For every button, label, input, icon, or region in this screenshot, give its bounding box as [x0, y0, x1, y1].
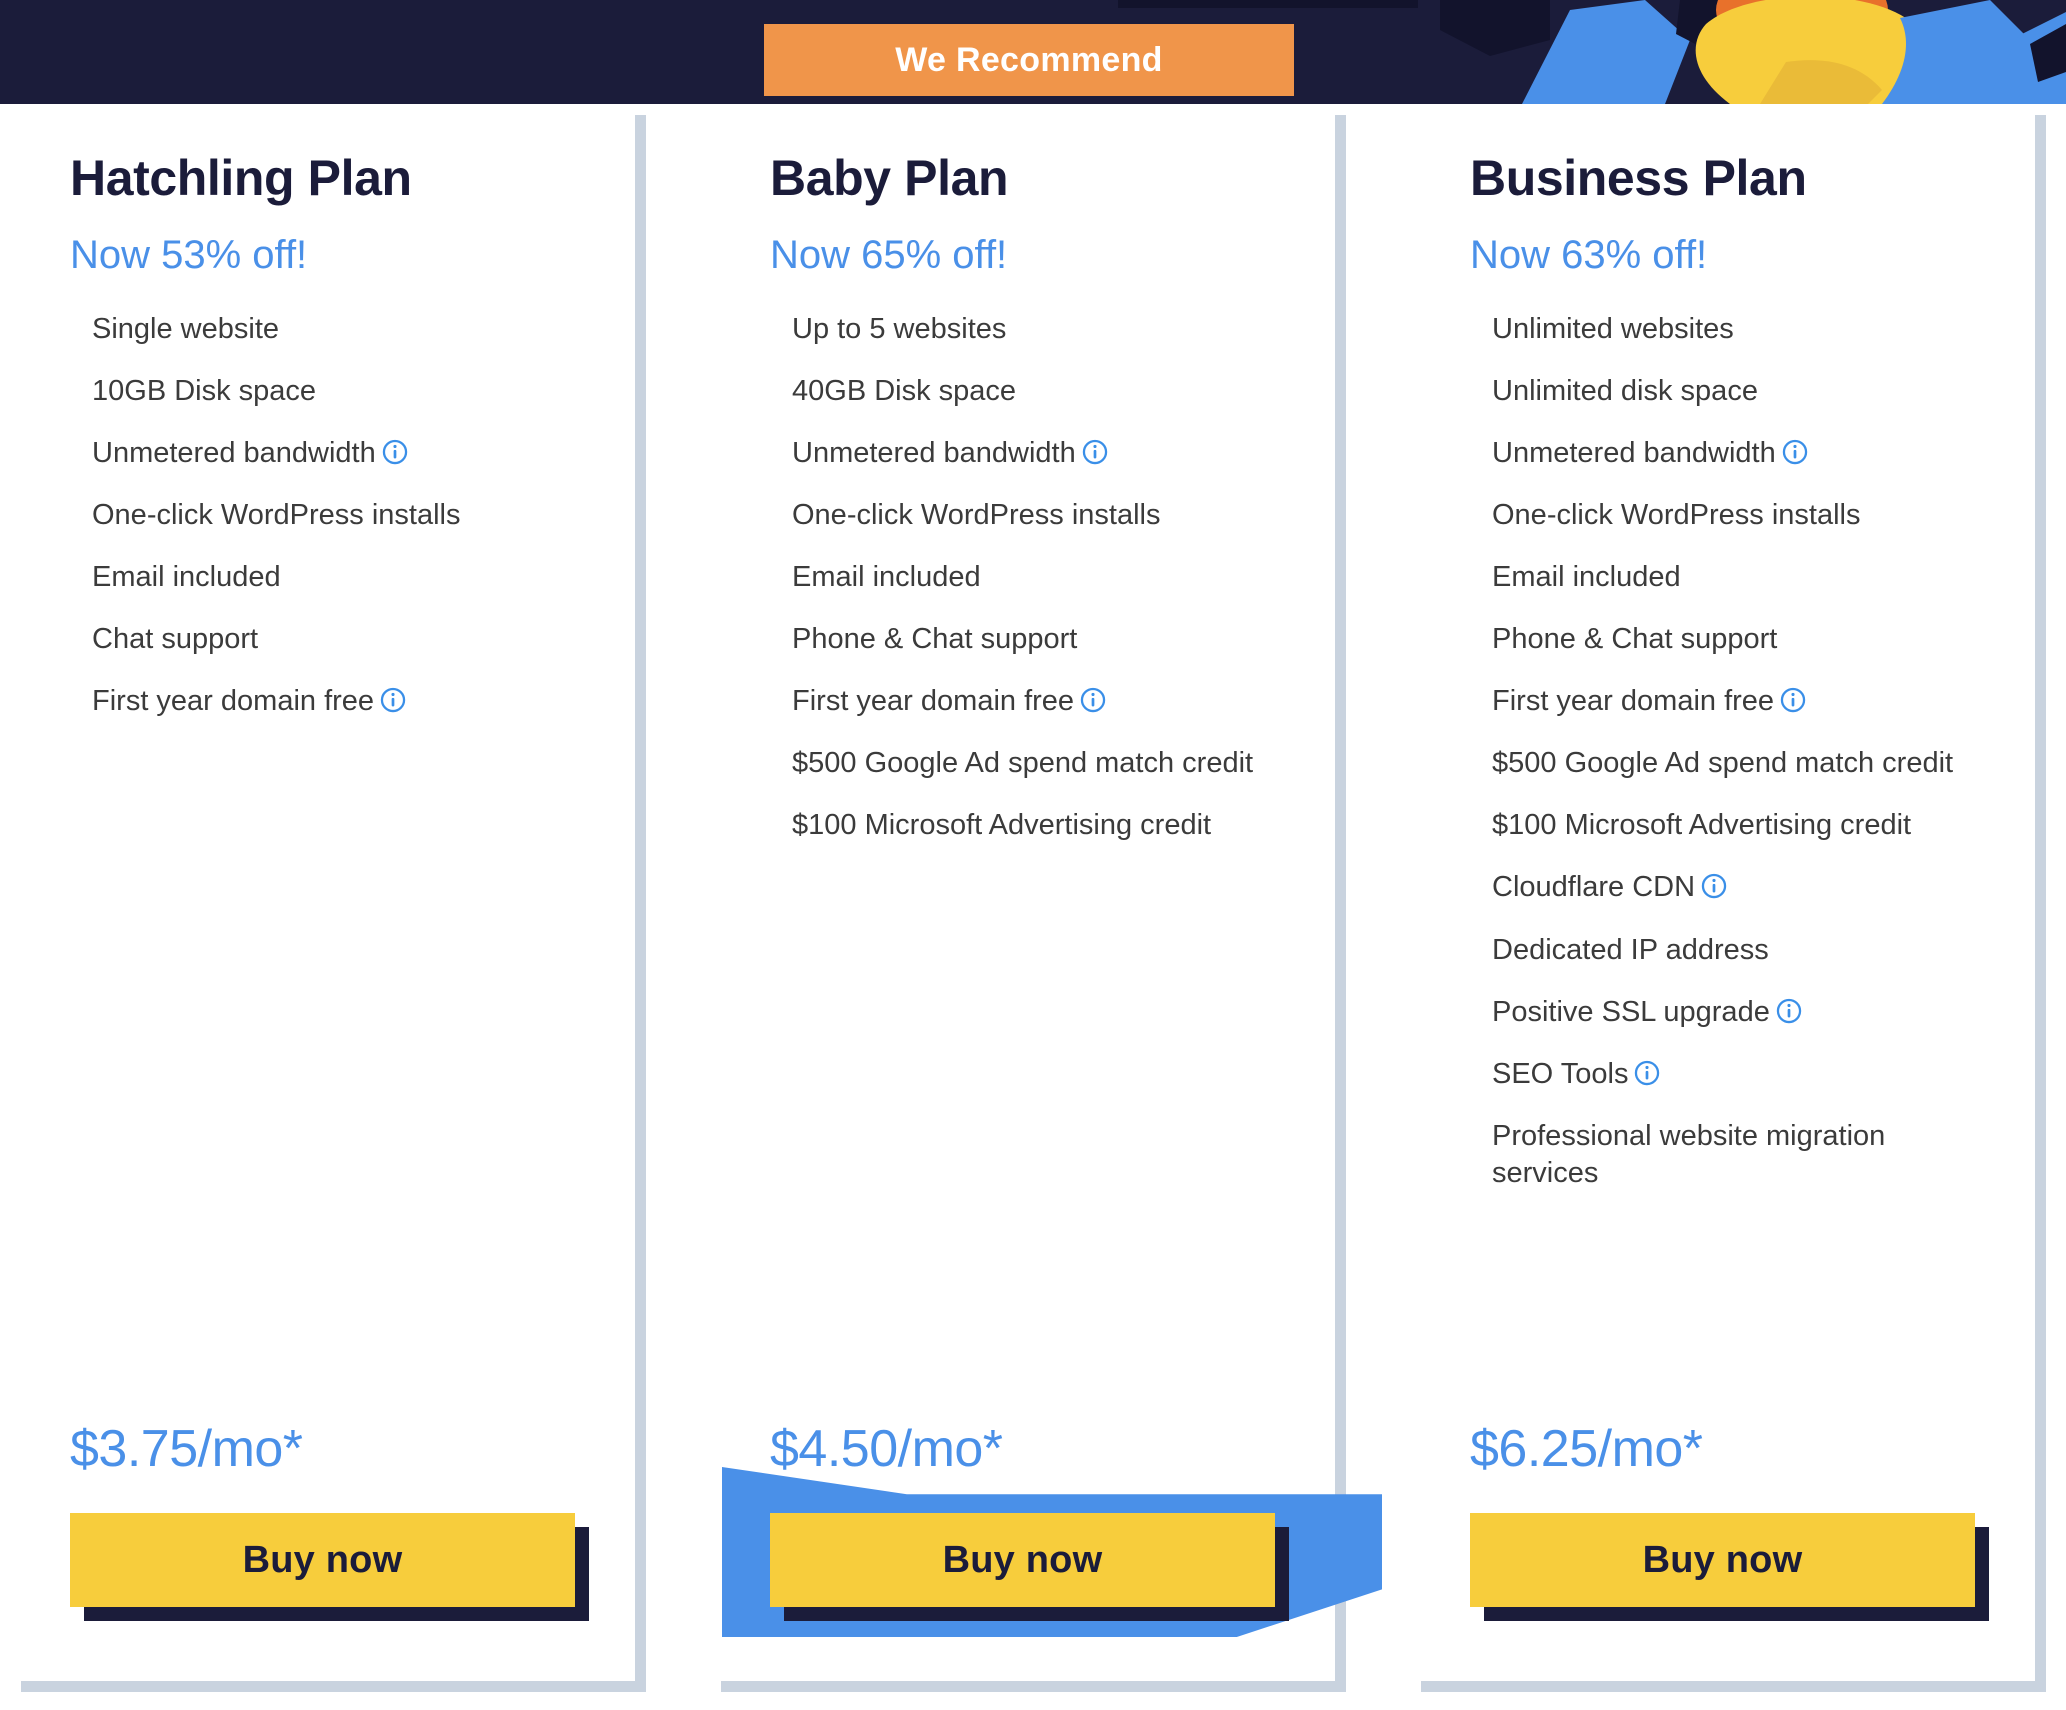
feature-label: Single website [92, 312, 279, 345]
plan-discount: Now 65% off! [770, 232, 1008, 277]
feature-label: One-click WordPress installs [1492, 498, 1861, 531]
plan-discount: Now 53% off! [70, 232, 308, 277]
info-icon[interactable] [1776, 998, 1802, 1024]
recommend-ribbon: We Recommend [764, 24, 1294, 96]
feature-label: One-click WordPress installs [792, 498, 1161, 531]
feature-label: One-click WordPress installs [92, 498, 461, 531]
feature-label: Professional website migration services [1492, 1119, 1886, 1190]
feature-item: 40GB Disk space [792, 373, 1262, 410]
feature-label: Dedicated IP address [1492, 933, 1769, 966]
feature-item: $100 Microsoft Advertising credit [792, 807, 1262, 844]
feature-label: Chat support [92, 623, 259, 656]
feature-item: Positive SSL upgrade [1492, 994, 1962, 1031]
feature-label: Unmetered bandwidth [792, 436, 1076, 469]
info-icon[interactable] [1782, 439, 1808, 465]
plan-discount: Now 63% off! [1470, 232, 1708, 277]
plans-container: Hatchling Plan Now 53% off! Single website… [0, 0, 2066, 1710]
plan-card-hatchling: Hatchling Plan Now 53% off! Single website… [10, 104, 646, 1697]
feature-item: One-click WordPress installs [92, 497, 562, 534]
feature-label: Up to 5 websites [792, 312, 1007, 345]
info-icon[interactable] [1082, 439, 1108, 465]
feature-label: SEO Tools [1492, 1057, 1629, 1090]
plan-price: $4.50/mo* [770, 1420, 1003, 1478]
feature-item: Email included [792, 559, 1262, 596]
feature-item: First year domain free [92, 683, 562, 720]
feature-item: Email included [92, 559, 562, 596]
buy-now-button[interactable]: Buy now [1470, 1513, 1975, 1607]
feature-label: $500 Google Ad spend match credit [792, 747, 1254, 780]
feature-item: Unmetered bandwidth [792, 435, 1262, 472]
plan-card-baby: Baby Plan Now 65% off! Up to 5 websites 40G… [710, 104, 1382, 1697]
card-body: Baby Plan Now 65% off! Up to 5 websites 40G… [710, 104, 1382, 1681]
feature-label: Unmetered bandwidth [1492, 436, 1776, 469]
plan-card-business: Business Plan Now 63% off! Unlimited websi… [1410, 104, 2046, 1697]
feature-label: $100 Microsoft Advertising credit [792, 809, 1212, 842]
feature-item: Unlimited websites [1492, 311, 1962, 348]
feature-label: $500 Google Ad spend match credit [1492, 747, 1954, 780]
feature-label: Unmetered bandwidth [92, 436, 376, 469]
feature-item: First year domain free [792, 683, 1262, 720]
feature-item: Email included [1492, 559, 1962, 596]
info-icon[interactable] [1701, 873, 1727, 899]
feature-label: First year domain free [1492, 685, 1775, 718]
feature-item: Unlimited disk space [1492, 373, 1962, 410]
plan-title: Hatchling Plan [70, 150, 412, 206]
feature-label: Email included [92, 560, 281, 593]
feature-item: $500 Google Ad spend match credit [792, 745, 1262, 782]
info-icon[interactable] [1634, 1060, 1660, 1086]
feature-label: $100 Microsoft Advertising credit [1492, 809, 1912, 842]
feature-item: One-click WordPress installs [792, 497, 1262, 534]
feature-label: Email included [792, 560, 981, 593]
info-icon[interactable] [380, 687, 406, 713]
feature-item: Unmetered bandwidth [92, 435, 562, 472]
card-body: Hatchling Plan Now 53% off! Single website… [10, 104, 635, 1681]
card-footer: $3.75/mo* Buy now [70, 1420, 589, 1621]
pricing-page: Hatchling Plan Now 53% off! Single website… [0, 0, 2066, 1710]
feature-label: 10GB Disk space [92, 374, 317, 407]
feature-item: Phone & Chat support [792, 621, 1262, 658]
feature-item: $100 Microsoft Advertising credit [1492, 807, 1962, 844]
feature-list: Single website 10GB Disk space Unmetered b… [70, 311, 575, 721]
feature-item: Dedicated IP address [1492, 932, 1962, 969]
feature-item: Chat support [92, 621, 562, 658]
feature-label: Positive SSL upgrade [1492, 995, 1770, 1028]
feature-label: Phone & Chat support [792, 623, 1078, 656]
feature-label: Unlimited websites [1492, 312, 1734, 345]
feature-item: SEO Tools [1492, 1056, 1962, 1093]
feature-label: Cloudflare CDN [1492, 871, 1696, 904]
feature-item: Single website [92, 311, 562, 348]
cta-area: Buy now [70, 1513, 589, 1621]
buy-now-button[interactable]: Buy now [770, 1513, 1275, 1607]
feature-item: 10GB Disk space [92, 373, 562, 410]
cta-area: Buy now [1470, 1513, 1989, 1621]
cta-area: Buy now [722, 1467, 1382, 1637]
buy-now-button[interactable]: Buy now [70, 1513, 575, 1607]
feature-label: Email included [1492, 560, 1681, 593]
feature-item: First year domain free [1492, 683, 1962, 720]
feature-item: Phone & Chat support [1492, 621, 1962, 658]
card-footer: $4.50/mo* Buy now [722, 1420, 1382, 1637]
feature-label: Unlimited disk space [1492, 374, 1758, 407]
feature-item: Up to 5 websites [792, 311, 1262, 348]
card-body: Business Plan Now 63% off! Unlimited websi… [1410, 104, 2035, 1681]
feature-label: First year domain free [92, 685, 375, 718]
feature-item: One-click WordPress installs [1492, 497, 1962, 534]
plan-title: Business Plan [1470, 150, 1807, 206]
info-icon[interactable] [382, 439, 408, 465]
feature-list: Up to 5 websites 40GB Disk space Unmetered… [770, 311, 1275, 845]
plan-price: $6.25/mo* [1470, 1420, 1703, 1478]
feature-item: $500 Google Ad spend match credit [1492, 745, 1962, 782]
plan-title: Baby Plan [770, 150, 1009, 206]
feature-list: Unlimited websites Unlimited disk space Un… [1470, 311, 1975, 1193]
feature-label: Phone & Chat support [1492, 623, 1778, 656]
info-icon[interactable] [1080, 687, 1106, 713]
info-icon[interactable] [1780, 687, 1806, 713]
feature-label: First year domain free [792, 685, 1075, 718]
feature-item: Professional website migration services [1492, 1118, 1962, 1192]
card-footer: $6.25/mo* Buy now [1470, 1420, 1989, 1621]
feature-item: Unmetered bandwidth [1492, 435, 1962, 472]
plan-price: $3.75/mo* [70, 1420, 303, 1478]
feature-label: 40GB Disk space [792, 374, 1017, 407]
feature-item: Cloudflare CDN [1492, 869, 1962, 906]
